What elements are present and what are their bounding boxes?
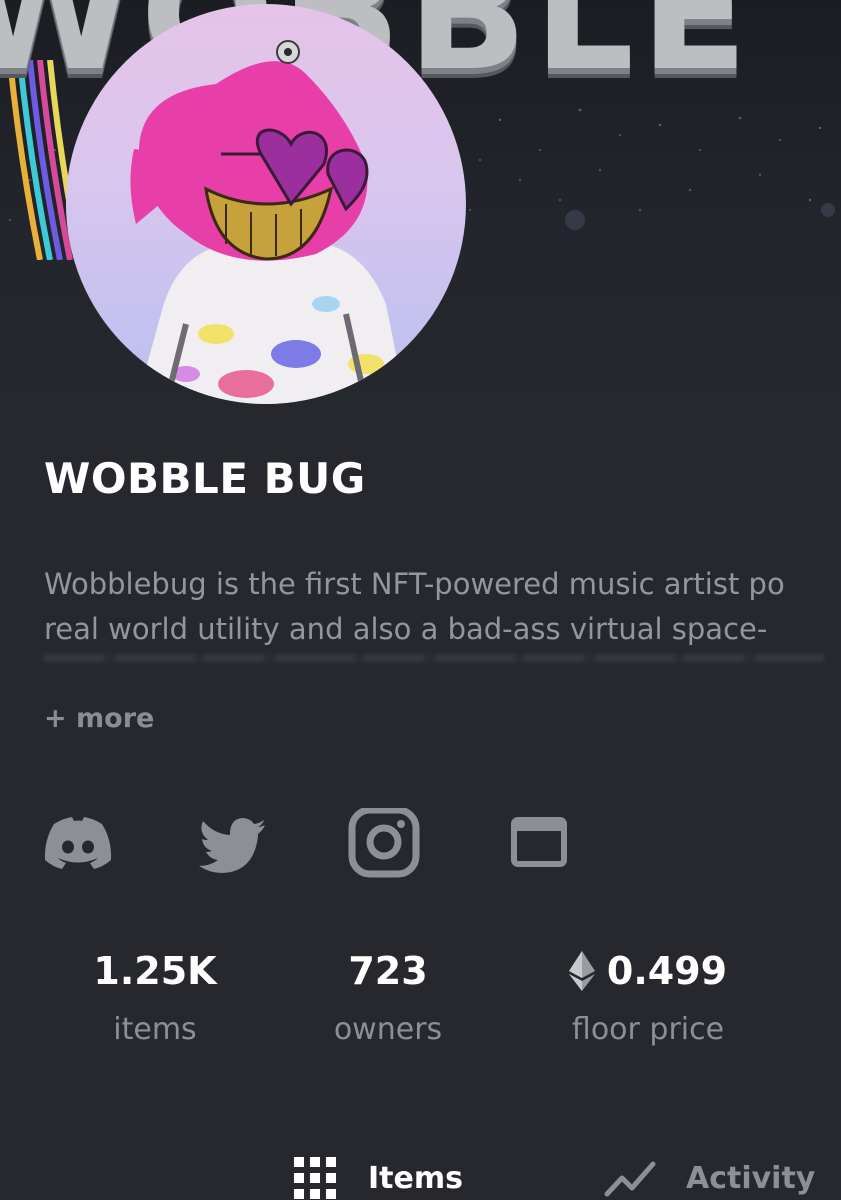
collection-page: WOBBLE BUG Wobblebug is the first NFT-po… — [0, 0, 841, 1200]
wobble-bug-character-image — [130, 40, 406, 404]
items-label: items — [113, 1012, 197, 1047]
items-count: 1.25K — [93, 949, 217, 993]
instagram-link[interactable] — [346, 808, 422, 880]
collection-description: Wobblebug is the first NFT-powered music… — [44, 562, 841, 652]
stat-owners: 723 owners — [318, 946, 458, 1050]
ethereum-icon — [568, 951, 595, 991]
instagram-icon — [348, 808, 420, 878]
description-line: real world utility and also a bad-ass vi… — [44, 612, 768, 646]
floor-price-row: 0.499 — [558, 946, 738, 996]
floor-price-value: 0.499 — [606, 949, 728, 993]
website-icon — [511, 817, 567, 867]
description-line: Wobblebug is the first NFT-powered music… — [44, 567, 785, 601]
stat-items: 1.25K items — [80, 946, 230, 1050]
grid-icon — [294, 1157, 336, 1199]
owners-count: 723 — [348, 949, 428, 993]
activity-chart-icon — [604, 1161, 656, 1197]
tab-activity[interactable]: Activity — [604, 1152, 815, 1200]
floor-price-label: floor price — [571, 1012, 725, 1047]
stat-floor-price: 0.499 floor price — [558, 946, 738, 1050]
description-fade — [0, 650, 841, 672]
owners-label: owners — [333, 1012, 443, 1047]
collection-avatar — [66, 4, 466, 404]
discord-link[interactable] — [40, 808, 116, 880]
tab-activity-label: Activity — [686, 1160, 816, 1196]
tab-items-label: Items — [368, 1160, 463, 1196]
twitter-link[interactable] — [196, 808, 272, 880]
discord-icon — [44, 817, 112, 869]
website-link[interactable] — [502, 808, 578, 880]
collection-title: WOBBLE BUG — [44, 454, 366, 503]
twitter-icon — [199, 818, 265, 873]
tab-items[interactable]: Items — [292, 1152, 463, 1200]
show-more-button[interactable]: + more — [44, 703, 154, 734]
